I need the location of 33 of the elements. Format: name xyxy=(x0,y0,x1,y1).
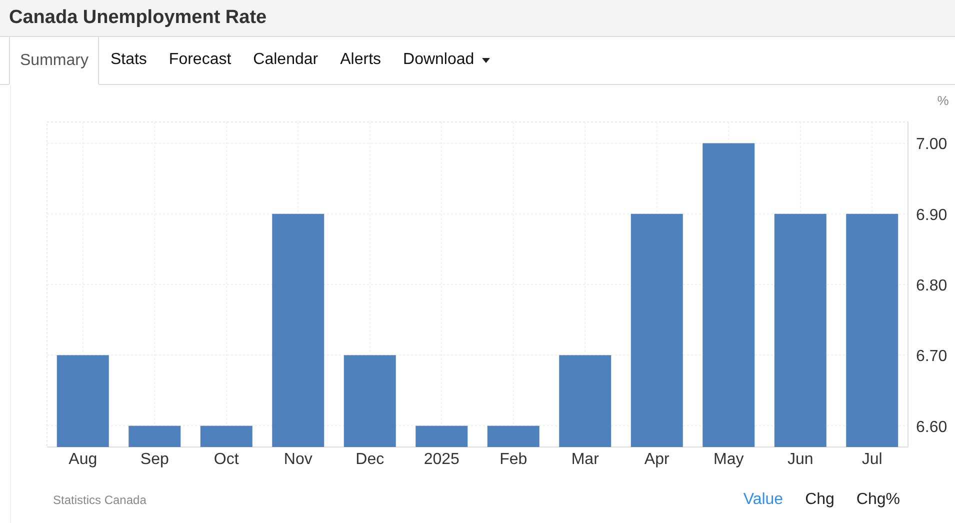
x-tick-label: Aug xyxy=(68,451,98,468)
bar xyxy=(487,426,540,447)
x-tick-label: Mar xyxy=(571,451,599,468)
x-tick-label: Jun xyxy=(787,451,814,468)
bar xyxy=(128,426,181,447)
x-tick-label: Jul xyxy=(862,451,882,468)
x-tick-label: Oct xyxy=(214,451,239,468)
tab[interactable]: Forecast xyxy=(158,36,242,84)
y-tick-label: 6.70 xyxy=(916,348,948,366)
y-tick-label: 6.60 xyxy=(916,418,948,436)
x-tick-label: Nov xyxy=(284,451,312,468)
bar xyxy=(200,426,252,447)
y-tick-label: 6.90 xyxy=(916,206,948,224)
tab[interactable]: Summary xyxy=(9,36,100,85)
y-tick-label: 7.00 xyxy=(916,136,948,154)
x-tick-label: Apr xyxy=(644,451,670,468)
page-title: Canada Unemployment Rate xyxy=(9,6,267,30)
x-tick-label: May xyxy=(714,451,744,468)
tab[interactable]: Download xyxy=(392,36,502,84)
caret-icon xyxy=(482,58,490,62)
source-label: Statistics Canada xyxy=(53,492,146,509)
y-axis-unit: % xyxy=(937,93,949,108)
x-tick-label: 2025 xyxy=(424,451,460,468)
bar xyxy=(416,426,468,447)
tab[interactable]: Calendar xyxy=(242,36,330,84)
tab[interactable]: Alerts xyxy=(329,36,392,84)
x-tick-label: Dec xyxy=(356,451,384,468)
view-option[interactable]: Chg% xyxy=(849,488,907,512)
y-tick-label: 6.80 xyxy=(916,278,948,294)
view-option[interactable]: Chg xyxy=(798,488,842,512)
x-tick-label: Feb xyxy=(500,451,528,468)
tab[interactable]: Stats xyxy=(99,36,158,84)
x-tick-label: Sep xyxy=(140,451,169,468)
